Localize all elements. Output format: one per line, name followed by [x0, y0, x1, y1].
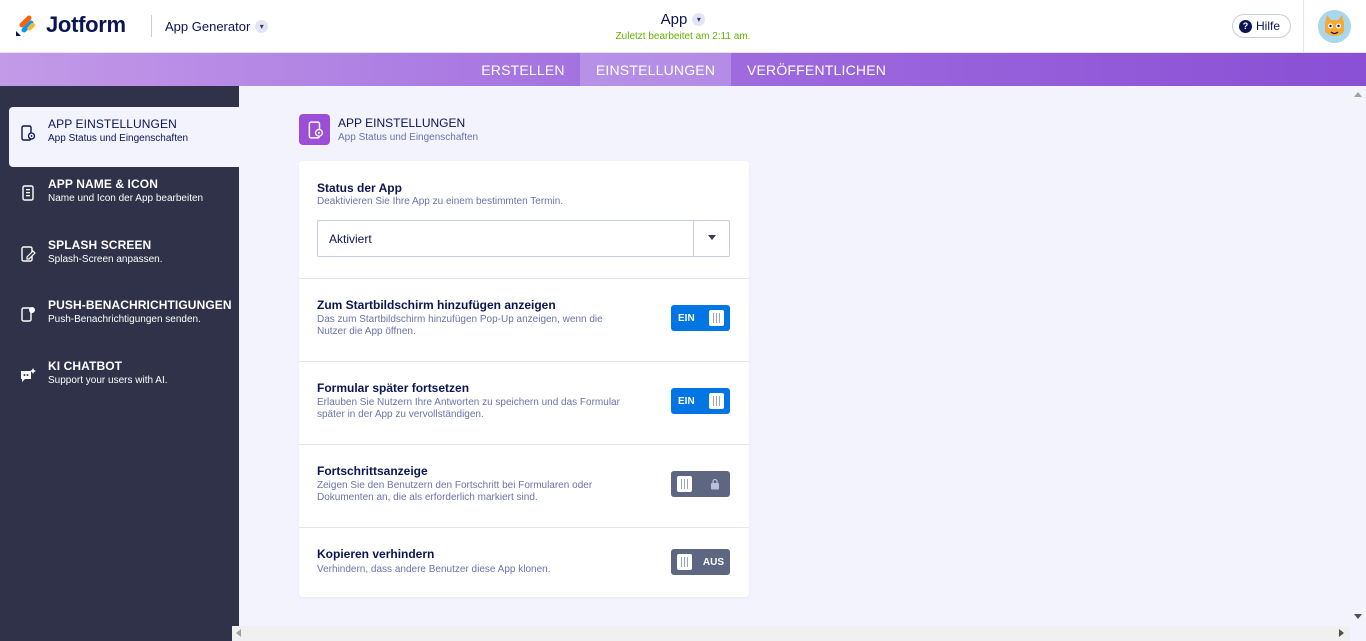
sidebar-item-app-name-icon[interactable]: APP NAME & ICON Name und Icon der App be… [9, 167, 239, 227]
header-divider [1303, 0, 1304, 53]
phone-settings-icon [299, 114, 330, 145]
scroll-down-arrow-icon[interactable] [1354, 614, 1362, 619]
page-title: APP EINSTELLUNGEN [338, 116, 466, 130]
scroll-up-arrow-icon[interactable] [1354, 92, 1362, 97]
scroll-right-arrow-icon[interactable] [1339, 629, 1344, 637]
avatar[interactable] [1318, 10, 1351, 43]
sidebar-item-subtitle: Support your users with AI. [48, 375, 168, 386]
sidebar-item-title: SPLASH SCREEN [48, 238, 152, 252]
top-bar: Jotform App Generator ▾ App ▾ Zuletzt be… [0, 0, 1366, 53]
sidebar-item-title: APP NAME & ICON [48, 177, 158, 191]
setting-description: Erlauben Sie Nutzern Ihre Antworten zu s… [317, 397, 620, 420]
settings-card: Status der App Deaktivieren Sie Ihre App… [299, 161, 749, 597]
status-select-value: Aktiviert [329, 232, 372, 246]
vertical-scrollbar[interactable] [1350, 86, 1366, 627]
progress-bar-toggle[interactable] [671, 471, 730, 497]
toggle-text: EIN [678, 312, 695, 324]
phone-settings-icon [21, 125, 36, 141]
add-to-homescreen-toggle[interactable]: EIN [671, 305, 730, 331]
status-label: Status der App [317, 181, 402, 195]
page-subtitle: App Status und Eingenschaften [338, 132, 479, 143]
tabs-bar: ERSTELLEN EINSTELLUNGEN VERÖFFENTLICHEN [0, 53, 1366, 86]
sidebar-item-splash-screen[interactable]: SPLASH SCREEN Splash-Screen anpassen. [9, 228, 239, 288]
sidebar-item-subtitle: Splash-Screen anpassen. [48, 254, 163, 265]
chatbot-icon [21, 368, 36, 382]
sidebar-item-push-benachrichtigungen[interactable]: PUSH-BENACHRICHTIGUNGEN Push-Benachricht… [9, 288, 239, 348]
app-title[interactable]: App ▾ [661, 11, 706, 28]
select-divider [693, 221, 694, 256]
last-edited-status: Zuletzt bearbeitet am 2:11 am. [615, 31, 751, 42]
chevron-down-icon [708, 235, 716, 240]
horizontal-scrollbar[interactable] [232, 626, 1350, 641]
push-notification-icon [21, 307, 35, 322]
toggle-handle [709, 393, 724, 409]
tab-erstellen[interactable]: ERSTELLEN [466, 53, 580, 86]
app-name-icon [22, 185, 34, 201]
prevent-cloning-toggle[interactable]: AUS [671, 549, 730, 575]
setting-row: Kopieren verhindern Verhindern, dass and… [299, 528, 749, 597]
splash-edit-icon [21, 246, 36, 262]
sidebar-item-subtitle: Name und Icon der App bearbeiten [48, 193, 204, 204]
toggle-handle [709, 310, 724, 326]
sidebar: APP EINSTELLUNGEN App Status und Eingens… [0, 86, 239, 641]
toggle-text: EIN [678, 395, 695, 407]
section-header: APP EINSTELLUNGEN App Status und Eingens… [299, 114, 478, 145]
continue-later-toggle[interactable]: EIN [671, 388, 730, 414]
setting-description: Verhindern, dass andere Benutzer diese A… [317, 564, 551, 575]
help-label: Hilfe [1256, 19, 1281, 33]
tab-einstellungen[interactable]: EINSTELLUNGEN [580, 53, 731, 86]
app-title-area: App ▾ Zuletzt bearbeitet am 2:11 am. [0, 11, 1366, 42]
setting-row: Fortschrittsanzeige Zeigen Sie den Benut… [299, 445, 749, 528]
setting-row: Formular später fortsetzen Erlauben Sie … [299, 362, 749, 445]
chevron-down-icon: ▾ [692, 13, 706, 26]
status-select[interactable]: Aktiviert [317, 220, 730, 257]
question-icon: ? [1239, 19, 1252, 33]
setting-description: Das zum Startbildschirm hinzufügen Pop-U… [317, 314, 603, 337]
lock-icon [711, 478, 719, 490]
sidebar-item-title: PUSH-BENACHRICHTIGUNGEN [48, 298, 232, 312]
tab-veroeffentlichen[interactable]: VERÖFFENTLICHEN [731, 53, 902, 86]
status-section: Status der App Deaktivieren Sie Ihre App… [299, 161, 749, 279]
help-button[interactable]: ? Hilfe [1232, 14, 1292, 38]
toggle-handle [677, 554, 692, 570]
sidebar-item-ki-chatbot[interactable]: KI CHATBOT Support your users with AI. [9, 349, 239, 409]
sidebar-item-title: KI CHATBOT [48, 359, 123, 373]
setting-label: Kopieren verhindern [317, 547, 435, 561]
sidebar-item-title: APP EINSTELLUNGEN [48, 117, 177, 131]
setting-label: Formular später fortsetzen [317, 381, 470, 395]
sidebar-item-subtitle: Push-Benachrichtigungen senden. [48, 314, 201, 325]
setting-label: Zum Startbildschirm hinzufügen anzeigen [317, 298, 556, 312]
status-description: Deaktivieren Sie Ihre App zu einem besti… [317, 196, 564, 207]
setting-row: Zum Startbildschirm hinzufügen anzeigen … [299, 279, 749, 362]
setting-description: Zeigen Sie den Benutzern den Fortschritt… [317, 480, 593, 503]
scroll-left-arrow-icon[interactable] [236, 629, 241, 637]
setting-label: Fortschrittsanzeige [317, 464, 428, 478]
sidebar-item-app-einstellungen[interactable]: APP EINSTELLUNGEN App Status und Eingens… [9, 107, 239, 167]
toggle-handle [677, 476, 692, 492]
app-title-text: App [660, 11, 688, 28]
sidebar-item-subtitle: App Status und Eingenschaften [48, 133, 189, 144]
toggle-text: AUS [702, 556, 724, 568]
